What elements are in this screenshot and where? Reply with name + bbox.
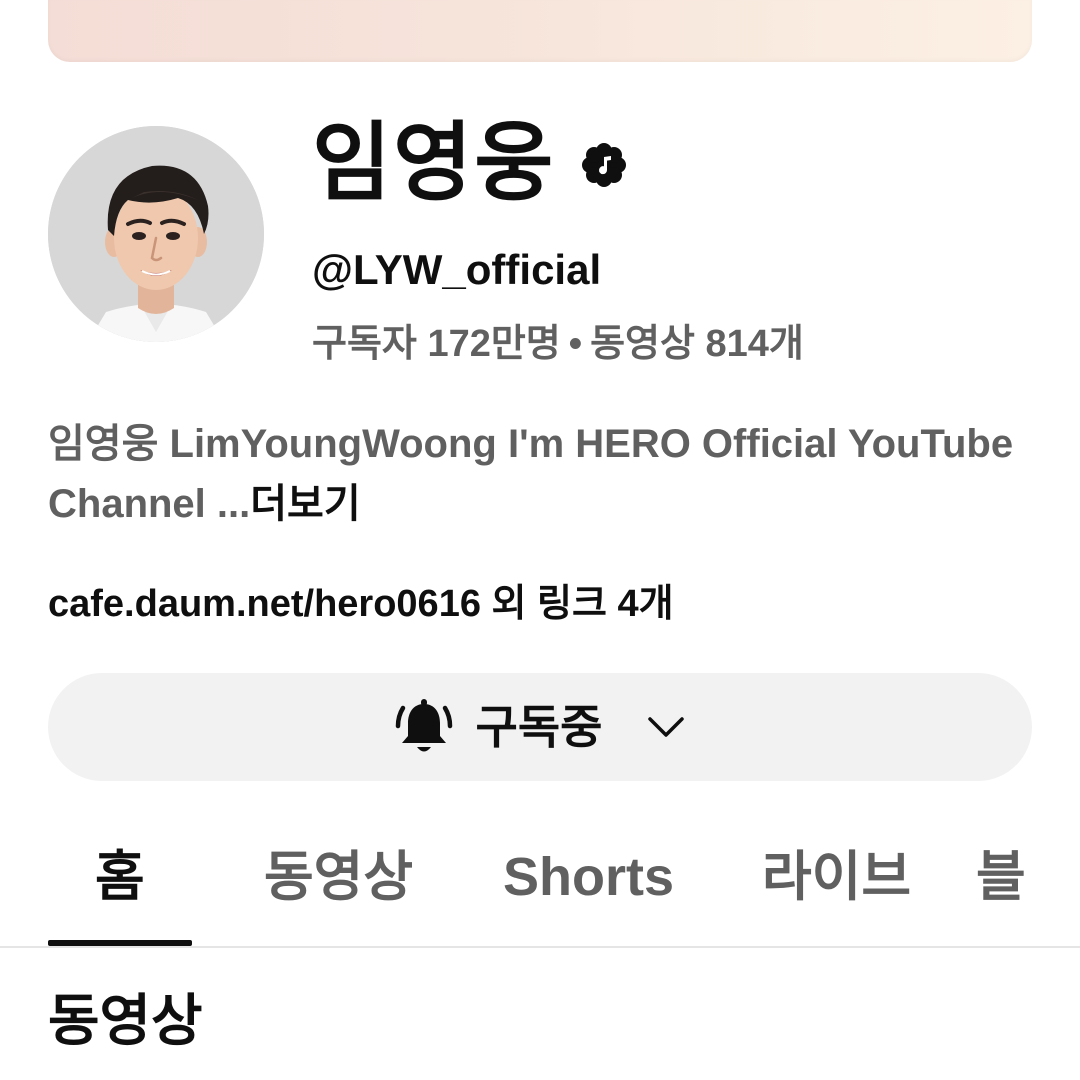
- chevron-down-icon: [648, 717, 685, 737]
- tab-partial[interactable]: 블: [976, 844, 1026, 910]
- tab-live[interactable]: 라이브: [762, 844, 911, 910]
- channel-title-row: 임영웅: [312, 108, 627, 218]
- channel-avatar[interactable]: [48, 126, 264, 342]
- tab-home[interactable]: 홈: [95, 844, 145, 910]
- subscribed-button[interactable]: 구독중: [48, 673, 1032, 781]
- section-title: 동영상: [48, 989, 203, 1052]
- subscribed-label: 구독중: [475, 701, 603, 753]
- description-text: 임영웅 LimYoungWoong I'm HERO Official YouT…: [48, 422, 1014, 526]
- channel-handle: @LYW_official: [312, 246, 602, 293]
- channel-links[interactable]: cafe.daum.net/hero0616 외 링크 4개: [48, 578, 674, 630]
- tab-shorts[interactable]: Shorts: [503, 844, 674, 910]
- more-link[interactable]: 더보기: [250, 482, 360, 526]
- verified-badge-icon[interactable]: [581, 142, 627, 188]
- tab-videos[interactable]: 동영상: [264, 844, 413, 910]
- subscriber-count: 구독자 172만명: [312, 323, 561, 365]
- channel-name: 임영웅: [312, 115, 556, 211]
- channel-stats: 구독자 172만명 • 동영상 814개: [312, 318, 804, 370]
- channel-tabs: 홈 동영상 Shorts 라이브 블: [0, 820, 1080, 948]
- channel-banner[interactable]: [48, 0, 1032, 62]
- channel-description[interactable]: 임영웅 LimYoungWoong I'm HERO Official YouT…: [48, 414, 1038, 534]
- video-count: 동영상 814개: [590, 323, 804, 365]
- stats-separator: •: [568, 323, 583, 365]
- avatar-portrait-icon: [48, 126, 264, 342]
- bell-icon: [395, 699, 452, 752]
- active-tab-indicator: [48, 940, 192, 946]
